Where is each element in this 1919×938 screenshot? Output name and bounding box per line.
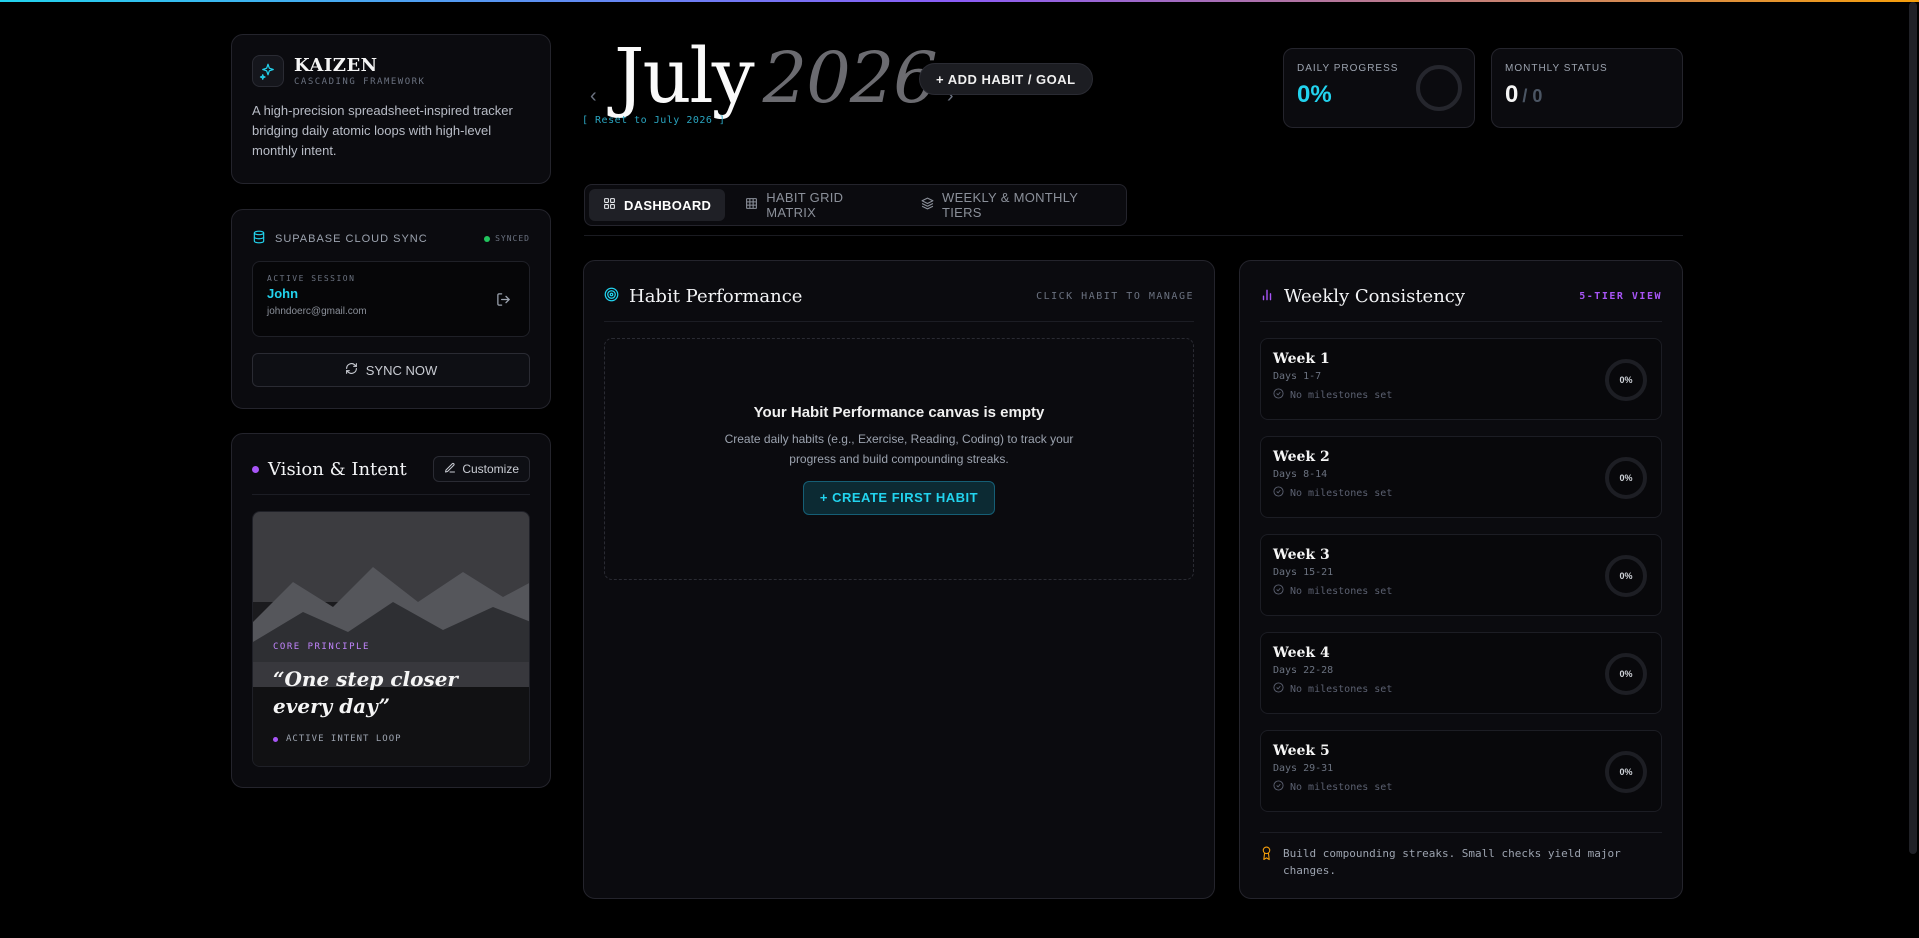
- chevron-left-icon[interactable]: ‹: [590, 85, 604, 108]
- core-principle-label: CORE PRINCIPLE: [273, 642, 370, 652]
- sync-status-badge: SYNCED: [484, 234, 530, 243]
- brand-card: KAIZEN CASCADING FRAMEWORK A high-precis…: [231, 34, 551, 184]
- week-name: Week 1: [1273, 351, 1330, 367]
- vision-overlay: CORE PRINCIPLE “One step closer every da…: [273, 642, 509, 744]
- brand-description: A high-precision spreadsheet-inspired tr…: [252, 103, 513, 158]
- customize-button[interactable]: Customize: [433, 456, 530, 482]
- week-days: Days 22-28: [1273, 665, 1334, 676]
- daily-progress-card: DAILY PROGRESS 0%: [1283, 48, 1475, 128]
- week-card[interactable]: Week 4 Days 22-28 No milestones set 0%: [1260, 632, 1662, 714]
- week-milestones: No milestones set: [1273, 780, 1649, 794]
- award-icon: [1260, 845, 1273, 866]
- add-habit-goal-button[interactable]: + ADD HABIT / GOAL: [919, 63, 1093, 95]
- layers-icon: [921, 197, 934, 213]
- sparkle-icon: [252, 55, 284, 87]
- check-circle-icon: [1273, 486, 1284, 500]
- divider: [1260, 832, 1662, 833]
- week-progress-ring: 0%: [1605, 359, 1647, 401]
- check-circle-icon: [1273, 780, 1284, 794]
- week-progress-ring: 0%: [1605, 555, 1647, 597]
- week-card[interactable]: Week 1 Days 1-7 No milestones set 0%: [1260, 338, 1662, 420]
- five-tier-view-button[interactable]: 5-TIER VIEW: [1579, 291, 1662, 302]
- week-milestones: No milestones set: [1273, 388, 1649, 402]
- week-card[interactable]: Week 5 Days 29-31 No milestones set 0%: [1260, 730, 1662, 812]
- manage-hint: CLICK HABIT TO MANAGE: [1036, 290, 1194, 302]
- week-days: Days 15-21: [1273, 567, 1334, 578]
- week-days: Days 29-31: [1273, 763, 1334, 774]
- week-progress-ring: 0%: [1605, 751, 1647, 793]
- habit-performance-panel: Habit Performance CLICK HABIT TO MANAGE …: [583, 260, 1215, 899]
- week-days: Days 1-7: [1273, 371, 1322, 382]
- week-milestones: No milestones set: [1273, 584, 1649, 598]
- vision-background-image: CORE PRINCIPLE “One step closer every da…: [252, 511, 530, 767]
- empty-state-description: Create daily habits (e.g., Exercise, Rea…: [724, 431, 1074, 466]
- sync-now-button[interactable]: SYNC NOW: [252, 353, 530, 387]
- sync-title: SUPABASE CLOUD SYNC: [252, 230, 428, 247]
- logout-icon[interactable]: [496, 292, 511, 312]
- progress-ring-icon: [1416, 65, 1462, 111]
- vision-quote: “One step closer every day”: [273, 667, 458, 718]
- purple-dot-icon: [252, 465, 259, 473]
- reset-month-link[interactable]: [ Reset to July 2026 ]: [582, 115, 725, 126]
- month-header: ‹ July 2026 ›: [590, 31, 961, 120]
- grid-icon: [603, 197, 616, 213]
- bar-chart-icon: [1260, 286, 1274, 307]
- week-name: Week 3: [1273, 547, 1330, 563]
- check-circle-icon: [1273, 388, 1284, 402]
- vision-title: Vision & Intent: [252, 459, 407, 480]
- empty-state: Your Habit Performance canvas is empty C…: [604, 338, 1194, 580]
- table-icon: [745, 197, 758, 213]
- week-name: Week 5: [1273, 743, 1330, 759]
- monthly-status-card: MONTHLY STATUS 0 / 0: [1491, 48, 1683, 128]
- session-user-name: John: [267, 286, 299, 301]
- refresh-icon: [345, 362, 358, 378]
- year-title: 2026: [762, 37, 938, 119]
- divider: [604, 321, 1194, 322]
- active-session-box: ACTIVE SESSION John johndoerc@gmail.com: [252, 261, 530, 337]
- week-progress-ring: 0%: [1605, 457, 1647, 499]
- pencil-icon: [444, 462, 456, 477]
- week-days: Days 8-14: [1273, 469, 1328, 480]
- divider: [1260, 321, 1662, 322]
- habit-performance-title: Habit Performance: [604, 286, 802, 307]
- empty-state-title: Your Habit Performance canvas is empty: [753, 403, 1045, 421]
- monthly-status-value: 0 / 0: [1505, 81, 1543, 108]
- week-name: Week 2: [1273, 449, 1330, 465]
- tab-habit-grid-matrix[interactable]: HABIT GRID MATRIX: [731, 189, 901, 221]
- brand-header: KAIZEN CASCADING FRAMEWORK: [252, 55, 530, 87]
- purple-dot-icon: [273, 736, 278, 742]
- week-milestones: No milestones set: [1273, 486, 1649, 500]
- check-circle-icon: [1273, 682, 1284, 696]
- brand-title: KAIZEN: [294, 55, 378, 76]
- status-dot-icon: [484, 235, 491, 242]
- weekly-consistency-panel: Weekly Consistency 5-TIER VIEW Week 1 Da…: [1239, 260, 1683, 899]
- week-name: Week 4: [1273, 645, 1330, 661]
- brand-subtitle: CASCADING FRAMEWORK: [294, 77, 426, 87]
- weekly-consistency-title: Weekly Consistency: [1260, 286, 1465, 307]
- week-card[interactable]: Week 2 Days 8-14 No milestones set 0%: [1260, 436, 1662, 518]
- weekly-footer-note: Build compounding streaks. Small checks …: [1260, 845, 1662, 879]
- session-label: ACTIVE SESSION: [267, 274, 356, 283]
- page-scrollbar[interactable]: [1909, 2, 1917, 854]
- divider: [584, 235, 1683, 236]
- target-icon: [604, 286, 619, 307]
- create-first-habit-button[interactable]: + CREATE FIRST HABIT: [802, 480, 996, 515]
- session-user-email: johndoerc@gmail.com: [267, 306, 367, 317]
- week-card[interactable]: Week 3 Days 15-21 No milestones set 0%: [1260, 534, 1662, 616]
- view-tabs: DASHBOARD HABIT GRID MATRIX WEEKLY & MON…: [584, 184, 1127, 226]
- week-progress-ring: 0%: [1605, 653, 1647, 695]
- divider: [252, 494, 530, 495]
- top-gradient-bar: [0, 0, 1919, 2]
- tab-weekly-monthly-tiers[interactable]: WEEKLY & MONTHLY TIERS: [907, 189, 1122, 221]
- active-intent-loop: ACTIVE INTENT LOOP: [273, 734, 509, 744]
- tab-dashboard[interactable]: DASHBOARD: [589, 189, 726, 221]
- monthly-status-label: MONTHLY STATUS: [1505, 63, 1608, 74]
- month-title: July: [614, 31, 755, 120]
- vision-intent-card: Vision & Intent Customize CORE PRINCIPLE…: [231, 433, 551, 788]
- week-milestones: No milestones set: [1273, 682, 1649, 696]
- cloud-sync-card: SUPABASE CLOUD SYNC SYNCED ACTIVE SESSIO…: [231, 209, 551, 409]
- check-circle-icon: [1273, 584, 1284, 598]
- database-icon: [252, 230, 266, 247]
